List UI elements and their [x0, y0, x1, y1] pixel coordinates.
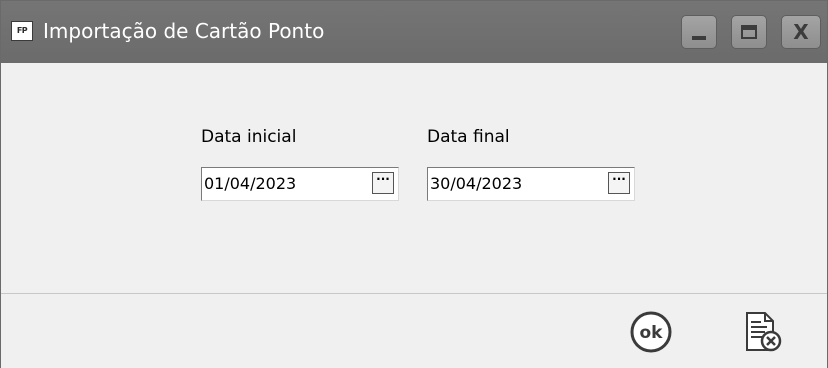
title-bar[interactable]: FP Importação de Cartão Ponto X — [1, 1, 827, 63]
close-icon: X — [793, 20, 809, 44]
form-area: Data inicial 01/04/2023 ··· Data final 3… — [1, 63, 827, 293]
app-icon: FP — [11, 21, 33, 41]
document-cancel-icon — [746, 312, 782, 352]
window-title: Importação de Cartão Ponto — [43, 19, 325, 43]
maximize-icon — [741, 25, 757, 39]
ok-button[interactable]: ok — [629, 310, 673, 354]
ok-label: ok — [640, 323, 664, 343]
end-date-field[interactable]: 30/04/2023 ··· — [427, 167, 635, 201]
end-date-label: Data final — [427, 127, 510, 147]
end-date-value: 30/04/2023 — [430, 174, 523, 193]
ok-icon: ok — [630, 311, 672, 353]
minimize-icon — [692, 36, 706, 40]
start-date-value: 01/04/2023 — [204, 174, 297, 193]
minimize-button[interactable] — [681, 15, 717, 49]
button-bar: ok — [1, 293, 827, 368]
end-date-picker-button[interactable]: ··· — [608, 172, 630, 194]
maximize-button[interactable] — [731, 15, 767, 49]
start-date-field[interactable]: 01/04/2023 ··· — [201, 167, 399, 201]
close-button[interactable]: X — [781, 15, 821, 49]
cancel-button[interactable] — [741, 310, 785, 354]
start-date-picker-button[interactable]: ··· — [372, 172, 394, 194]
import-dialog: FP Importação de Cartão Ponto X Data ini… — [0, 0, 828, 368]
start-date-label: Data inicial — [201, 127, 297, 147]
